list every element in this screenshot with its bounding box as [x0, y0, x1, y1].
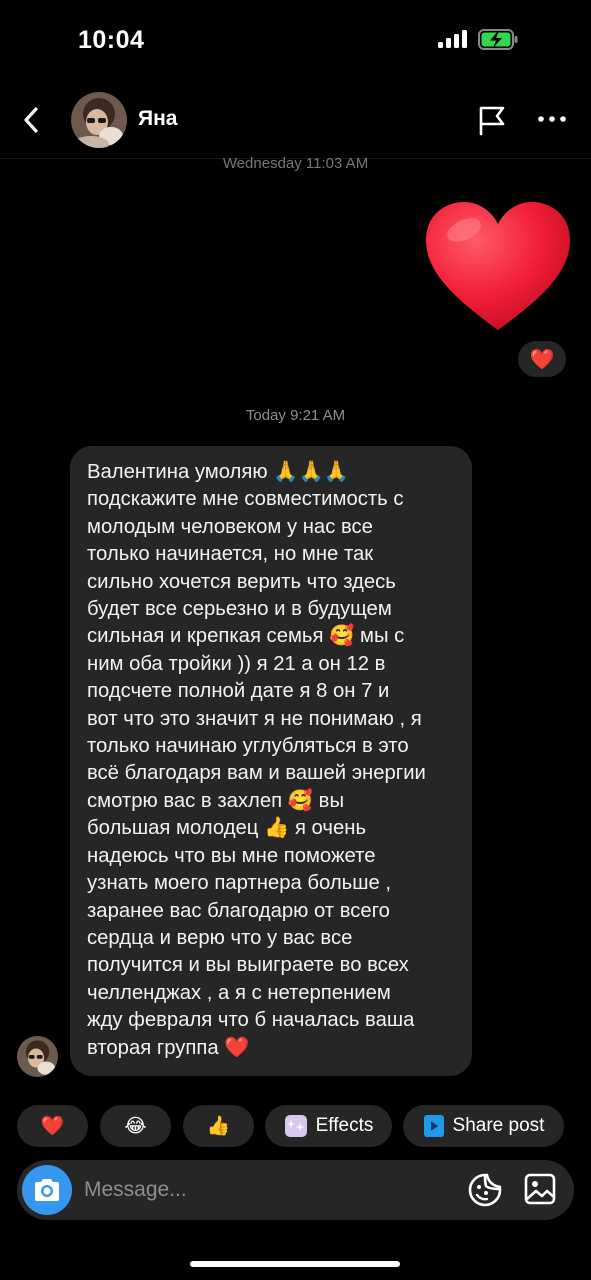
battery-charging-icon — [478, 29, 518, 50]
effects-icon — [284, 1115, 307, 1137]
signal-icon — [438, 30, 468, 48]
flag-icon[interactable] — [476, 104, 508, 136]
message-input[interactable] — [84, 1168, 454, 1212]
thumbs-up-icon: 👍 — [206, 1116, 231, 1137]
reaction-heart-icon: ❤️ — [529, 348, 555, 371]
quick-thumbs-up-button[interactable]: 👍 — [183, 1105, 254, 1147]
share-post-button[interactable]: Share post — [403, 1105, 564, 1147]
timestamp-earlier: Wednesday 11:03 AM — [222, 155, 369, 171]
header-avatar[interactable] — [71, 92, 127, 148]
quick-laugh-button[interactable]: 😂 — [100, 1105, 171, 1147]
message-reaction-badge[interactable]: ❤️ — [516, 339, 568, 379]
sender-avatar[interactable] — [17, 1036, 58, 1077]
home-indicator — [190, 1261, 400, 1267]
share-post-label: Share post — [452, 1115, 545, 1136]
camera-button[interactable] — [22, 1165, 72, 1215]
sticker-icon[interactable] — [467, 1172, 503, 1208]
camera-icon — [35, 1179, 59, 1201]
share-post-icon — [423, 1115, 444, 1137]
heart-message-icon[interactable] — [424, 200, 572, 334]
back-icon[interactable] — [18, 104, 46, 136]
heart-icon: ❤️ — [40, 1116, 65, 1137]
quick-heart-button[interactable]: ❤️ — [17, 1105, 88, 1147]
status-time: 10:04 — [78, 26, 145, 54]
message-bubble[interactable]: Валентина умоляю 🙏🙏🙏 подскажите мне совм… — [70, 446, 472, 1076]
laugh-icon: 😂 — [124, 1115, 147, 1137]
effects-label: Effects — [315, 1115, 374, 1136]
gallery-icon[interactable] — [523, 1172, 557, 1206]
effects-button[interactable]: Effects — [265, 1105, 392, 1147]
contact-name[interactable]: Яна — [138, 107, 177, 131]
dm-screen: 10:04 Яна Wednesday 11:03 AM ❤️ Today 9:… — [0, 0, 591, 1280]
more-options-icon[interactable] — [536, 108, 568, 130]
timestamp-today: Today 9:21 AM — [245, 407, 346, 424]
